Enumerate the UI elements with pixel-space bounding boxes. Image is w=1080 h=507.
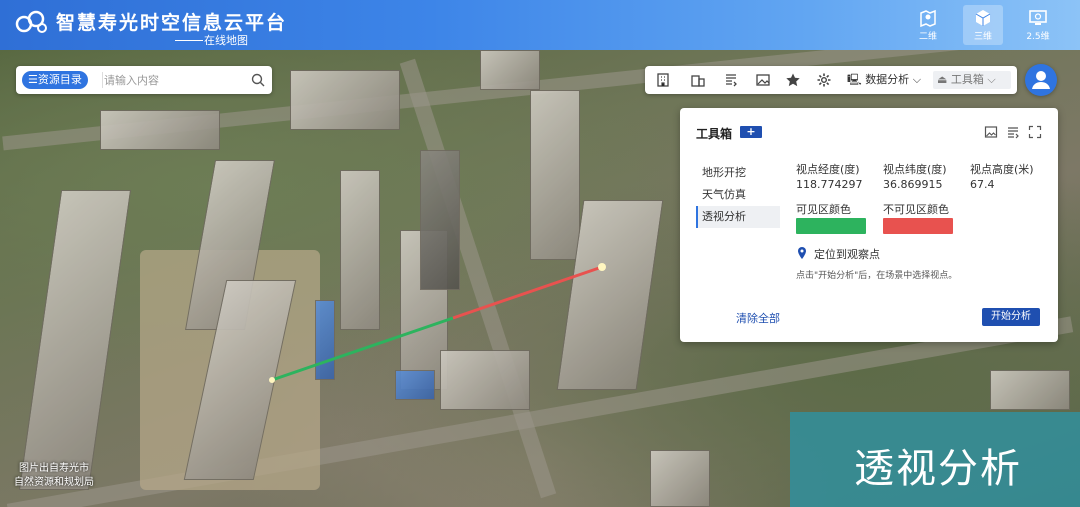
image-icon[interactable] (755, 72, 771, 88)
visible-color-label: 可见区颜色 (796, 203, 851, 216)
map-toolbar: 🖳 数据分析 ⌵ ⏏ 工具箱 ⌵ (645, 66, 1017, 94)
chevron-down-icon: ⌵ (987, 73, 996, 86)
monitor-icon (1029, 10, 1047, 25)
building-icon[interactable] (655, 72, 671, 88)
view-2d-button[interactable]: 二维 (908, 5, 948, 45)
app-subtitle: 在线地图 (204, 34, 248, 47)
resource-catalog-button[interactable]: ☰资源目录 (22, 71, 88, 89)
search-bar: ☰资源目录 (16, 66, 272, 94)
fullscreen-icon[interactable] (1028, 125, 1042, 139)
panel-title: 工具箱 (696, 127, 733, 141)
menu-icon: ☰ (28, 73, 38, 86)
longitude-label: 视点经度(度) (796, 163, 860, 176)
toolbox-dropdown[interactable]: ⏏ 工具箱 ⌵ (933, 71, 1011, 89)
chevron-down-icon: ⌵ (912, 73, 922, 86)
menu-item-weather-simulation[interactable]: 天气仿真 (696, 184, 780, 206)
resource-catalog-label: 资源目录 (37, 73, 82, 86)
subtitle-arrow (175, 40, 203, 41)
latitude-label: 视点纬度(度) (883, 163, 947, 176)
search-icon[interactable] (250, 72, 266, 88)
analysis-icon: 🖳 (847, 73, 862, 86)
gear-icon[interactable] (816, 72, 832, 88)
view-3d-button[interactable]: 三维 (963, 5, 1003, 45)
office-icon[interactable] (690, 72, 706, 88)
menu-item-terrain-excavation[interactable]: 地形开挖 (696, 162, 780, 184)
view-3d-label: 三维 (973, 32, 992, 42)
search-input[interactable] (104, 71, 244, 89)
instruction-hint: 点击"开始分析"后，在场景中选择视点。 (796, 271, 958, 281)
app-header: 智慧寿光时空信息云平台 在线地图 二维 三维 2.5维 (0, 0, 1080, 50)
star-icon[interactable] (785, 72, 801, 88)
list-icon[interactable] (1006, 125, 1020, 139)
data-analysis-dropdown[interactable]: 🖳 数据分析 ⌵ (843, 71, 925, 89)
locate-viewpoint-link[interactable]: 定位到观察点 (814, 246, 880, 262)
view-25d-button[interactable]: 2.5维 (1018, 5, 1058, 45)
view-25d-label: 2.5维 (1026, 32, 1050, 42)
credit-line-1: 图片出自寿光市 (19, 463, 89, 474)
height-label: 视点高度(米) (970, 163, 1034, 176)
height-value: 67.4 (970, 178, 995, 191)
banner-title: 透视分析 (854, 446, 1022, 492)
latitude-value: 36.869915 (883, 178, 943, 191)
feature-banner: 透视分析 (790, 412, 1080, 507)
map-pin-icon (920, 9, 936, 28)
toolbox-icon: ⏏ (937, 73, 948, 86)
user-icon (1032, 71, 1050, 89)
search-divider (102, 72, 103, 88)
clear-all-button[interactable]: 清除全部 (736, 310, 780, 326)
cube-icon (975, 10, 991, 26)
longitude-value: 118.774297 (796, 178, 863, 191)
toolbox-label: 工具箱 (950, 73, 984, 86)
menu-item-sightline-analysis[interactable]: 透视分析 (696, 206, 780, 228)
invisible-color-label: 不可见区颜色 (883, 203, 949, 216)
app-title: 智慧寿光时空信息云平台 (56, 12, 288, 34)
user-avatar[interactable] (1025, 64, 1057, 96)
layers-list-icon[interactable] (723, 72, 739, 88)
location-pin-icon (798, 247, 806, 259)
view-2d-label: 二维 (918, 32, 937, 42)
invisible-color-swatch[interactable] (883, 218, 953, 234)
toolbox-panel: 工具箱 + 地形开挖 天气仿真 透视分析 视点经度(度) 118.774297 … (680, 108, 1058, 342)
image-credit: 图片出自寿光市 自然资源和规划局 (6, 462, 102, 490)
visible-color-swatch[interactable] (796, 218, 866, 234)
image-icon[interactable] (984, 125, 998, 139)
add-button[interactable]: + (740, 126, 762, 138)
data-analysis-label: 数据分析 (865, 73, 910, 86)
credit-line-2: 自然资源和规划局 (14, 477, 94, 488)
start-analysis-button[interactable]: 开始分析 (982, 308, 1040, 326)
logo-icon (15, 10, 47, 33)
